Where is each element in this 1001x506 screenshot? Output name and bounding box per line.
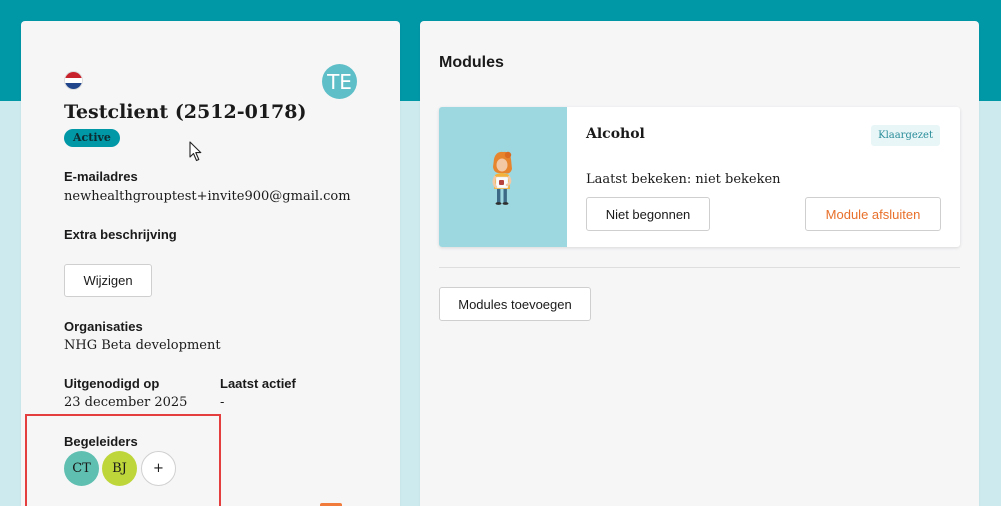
modules-divider — [439, 267, 960, 268]
module-last-seen: Laatst bekeken: niet bekeken — [586, 172, 781, 187]
email-value: newhealthgrouptest+invite900@gmail.com — [64, 189, 351, 204]
module-name: Alcohol — [586, 126, 645, 142]
netherlands-flag-icon — [64, 71, 83, 90]
module-illustration — [439, 107, 567, 247]
client-avatar[interactable]: TE — [322, 64, 357, 99]
organisations-label: Organisaties — [64, 319, 143, 334]
guides-label: Begeleiders — [64, 434, 138, 449]
person-illustration-icon — [492, 151, 512, 205]
add-modules-button[interactable]: Modules toevoegen — [439, 287, 591, 321]
close-module-button[interactable]: Module afsluiten — [805, 197, 941, 231]
modules-title: Modules — [439, 54, 504, 71]
client-name-title: Testclient (2512-0178) — [64, 101, 307, 123]
module-status-badge: Klaargezet — [871, 125, 940, 146]
extra-description-label: Extra beschrijving — [64, 227, 177, 242]
guide-avatar-bj[interactable]: BJ — [102, 451, 137, 486]
modules-panel — [420, 21, 979, 506]
guide-avatar-ct[interactable]: CT — [64, 451, 99, 486]
status-badge: Active — [64, 129, 120, 147]
last-active-label: Laatst actief — [220, 376, 296, 391]
last-active-value: - — [220, 395, 225, 410]
email-label: E-mailadres — [64, 169, 138, 184]
edit-button[interactable]: Wijzigen — [64, 264, 152, 297]
invited-on-value: 23 december 2025 — [64, 395, 188, 410]
mouse-cursor-icon — [189, 141, 202, 162]
module-status-button[interactable]: Niet begonnen — [586, 197, 710, 231]
organisations-value: NHG Beta development — [64, 338, 221, 353]
add-guide-button[interactable]: + — [141, 451, 176, 486]
module-card[interactable]: Alcohol Klaargezet Laatst bekeken: niet … — [439, 107, 960, 247]
invited-on-label: Uitgenodigd op — [64, 376, 160, 391]
